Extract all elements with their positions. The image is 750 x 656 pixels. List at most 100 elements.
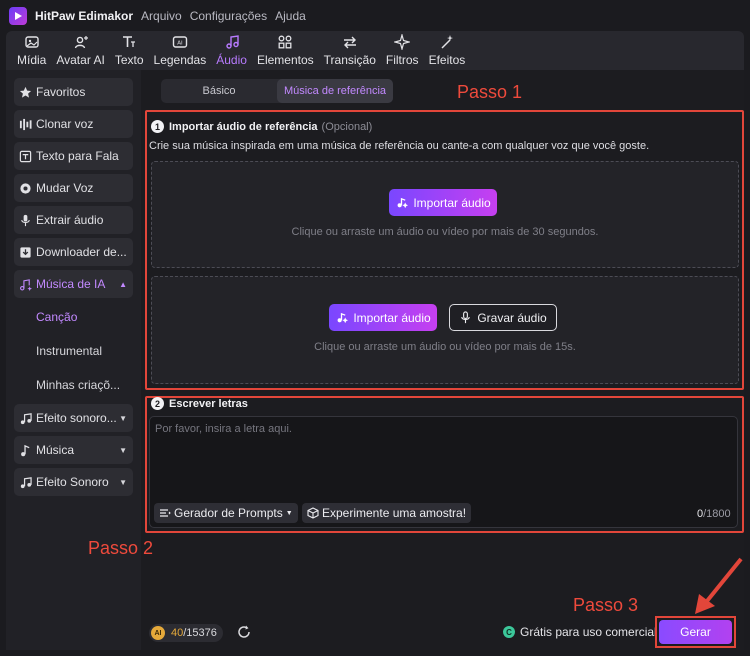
tool-tabs: Mídia Avatar AI Texto AI Legendas Áudio … xyxy=(6,31,744,70)
tab-transicao[interactable]: Transição xyxy=(319,31,381,70)
cube-icon xyxy=(307,507,319,519)
coin-icon: AI xyxy=(151,626,165,640)
section-1-description: Crie sua música inspirada em uma música … xyxy=(149,140,650,152)
sidebar-item-label: Mudar Voz xyxy=(36,181,94,195)
sidebar-subitem-cancao[interactable]: Canção xyxy=(14,302,133,332)
step-1-annotation: Passo 1 xyxy=(457,82,523,102)
sidebar-item-clonar-voz[interactable]: Clonar voz xyxy=(14,110,133,138)
button-label: Gravar áudio xyxy=(477,310,547,325)
tab-legendas[interactable]: AI Legendas xyxy=(149,31,212,70)
optional-label: (Opcional) xyxy=(321,120,373,133)
record-audio-button[interactable]: Gravar áudio xyxy=(449,304,557,331)
menu-configuracoes[interactable]: Configurações xyxy=(190,9,267,23)
wand-icon xyxy=(441,35,453,49)
main-panel: Básico Música de referência Passo 1 1 Im… xyxy=(88,70,744,650)
tab-label: Mídia xyxy=(17,53,47,67)
music-note-icon xyxy=(225,35,239,49)
sidebar-item-musica-de-ia[interactable]: Música de IA ▲ xyxy=(14,270,133,298)
menu-ajuda[interactable]: Ajuda xyxy=(275,9,306,23)
import-audio-button-2[interactable]: Importar áudio xyxy=(329,304,437,331)
music-icon xyxy=(21,444,30,456)
prompt-generator-button[interactable]: Gerador de Prompts ▼ xyxy=(154,503,298,523)
menu-arquivo[interactable]: Arquivo xyxy=(141,9,182,23)
caret-down-icon: ▼ xyxy=(119,413,127,423)
tab-label: Áudio xyxy=(216,53,247,67)
sound-effect-icon xyxy=(20,476,32,488)
image-icon xyxy=(24,36,39,48)
credits-total: /15376 xyxy=(183,627,217,639)
sidebar-item-extrair-audio[interactable]: Extrair áudio xyxy=(14,206,133,234)
avatar-icon xyxy=(74,36,88,49)
text-to-speech-icon xyxy=(19,150,32,162)
refresh-icon[interactable] xyxy=(236,624,252,640)
drop-hint-30s: Clique ou arraste um áudio ou vídeo por … xyxy=(291,226,599,238)
vocal-drop-zone[interactable] xyxy=(151,276,739,384)
step-3-annotation: Passo 3 xyxy=(573,595,639,615)
import-audio-button[interactable]: Importar áudio xyxy=(389,189,497,216)
generate-button[interactable]: Gerar xyxy=(659,620,732,644)
text-icon xyxy=(123,36,136,47)
sidebar-item-label: Música xyxy=(36,443,75,457)
sidebar-subitem-instrumental[interactable]: Instrumental xyxy=(14,336,133,366)
tab-filtros[interactable]: Filtros xyxy=(381,31,424,70)
sidebar-item-efeito-sonoro-2[interactable]: Efeito Sonoro ▼ xyxy=(14,468,133,496)
credits-used: 40 xyxy=(171,627,184,639)
sidebar-item-label: Música de IA xyxy=(36,277,106,291)
sidebar-item-efeito-sonoro-1[interactable]: Efeito sonoro... ▼ xyxy=(14,404,133,432)
prompt-list-icon xyxy=(160,509,171,517)
tab-avatar-ai[interactable]: Avatar AI xyxy=(51,31,109,70)
sidebar-subitem-minhas-criacoes[interactable]: Minhas criaçõ... xyxy=(14,370,133,400)
transition-icon xyxy=(343,36,356,49)
tab-label: Elementos xyxy=(256,53,314,67)
elements-icon xyxy=(278,35,292,49)
mode-tabs: Básico Música de referência xyxy=(161,79,393,103)
sidebar-item-downloader[interactable]: Downloader de... xyxy=(14,238,133,266)
sidebar: Favoritos Clonar voz Texto para Fala Mud… xyxy=(6,70,141,650)
tab-midia[interactable]: Mídia xyxy=(12,31,51,70)
tab-label: Texto xyxy=(114,53,144,67)
step-2-annotation: Passo 2 xyxy=(88,538,154,558)
tab-elementos[interactable]: Elementos xyxy=(252,31,319,70)
subtitles-icon: AI xyxy=(172,36,188,48)
svg-text:AI: AI xyxy=(177,41,183,47)
clone-voice-icon xyxy=(19,118,32,130)
sidebar-item-texto-para-fala[interactable]: Texto para Fala xyxy=(14,142,133,170)
chip-label: Gerador de Prompts xyxy=(174,506,283,520)
tab-audio[interactable]: Áudio xyxy=(211,31,252,70)
tab-basico[interactable]: Básico xyxy=(161,79,277,103)
sidebar-item-favoritos[interactable]: Favoritos xyxy=(14,78,133,106)
lyrics-input[interactable]: Por favor, insira a letra aqui. Gerador … xyxy=(149,416,738,528)
sidebar-item-label: Extrair áudio xyxy=(36,213,104,227)
char-counter: 0/1800 xyxy=(697,508,731,520)
chip-label: Experimente uma amostra! xyxy=(322,506,467,520)
title-bar: HitPaw Edimakor Arquivo Configurações Aj… xyxy=(0,0,750,31)
import-audio-icon xyxy=(337,312,349,324)
import-audio-icon xyxy=(397,197,409,209)
chevron-down-icon: ▼ xyxy=(285,509,293,517)
free-commercial-text: Grátis para uso comercial xyxy=(520,625,657,639)
button-label: Importar áudio xyxy=(413,195,491,210)
try-sample-button[interactable]: Experimente uma amostra! xyxy=(302,503,472,523)
tab-musica-de-referencia[interactable]: Música de referência xyxy=(277,79,393,103)
credits-badge: AI 40/15376 xyxy=(149,624,223,642)
section-2-title: 2 Escrever letras xyxy=(151,397,248,410)
sidebar-item-musica[interactable]: Música ▼ xyxy=(14,436,133,464)
commercial-icon: C xyxy=(503,626,515,638)
tab-efeitos[interactable]: Efeitos xyxy=(424,31,471,70)
sound-effect-icon xyxy=(20,412,32,424)
char-max: /1800 xyxy=(703,508,731,520)
free-commercial-label: C Grátis para uso comercial xyxy=(503,625,657,639)
step-number-badge: 2 xyxy=(151,397,164,410)
microphone-icon xyxy=(461,311,471,324)
download-icon xyxy=(20,246,31,258)
tab-label: Legendas xyxy=(153,53,207,67)
section-title-text: Escrever letras xyxy=(169,397,248,410)
microphone-icon xyxy=(21,214,30,226)
sidebar-item-label: Clonar voz xyxy=(36,117,94,131)
section-title-text: Importar áudio de referência xyxy=(169,120,318,133)
tab-label: Efeitos xyxy=(428,53,466,67)
sidebar-item-mudar-voz[interactable]: Mudar Voz xyxy=(14,174,133,202)
tab-texto[interactable]: Texto xyxy=(110,31,149,70)
caret-down-icon: ▼ xyxy=(119,445,127,455)
annotation-arrow-icon xyxy=(695,557,743,614)
